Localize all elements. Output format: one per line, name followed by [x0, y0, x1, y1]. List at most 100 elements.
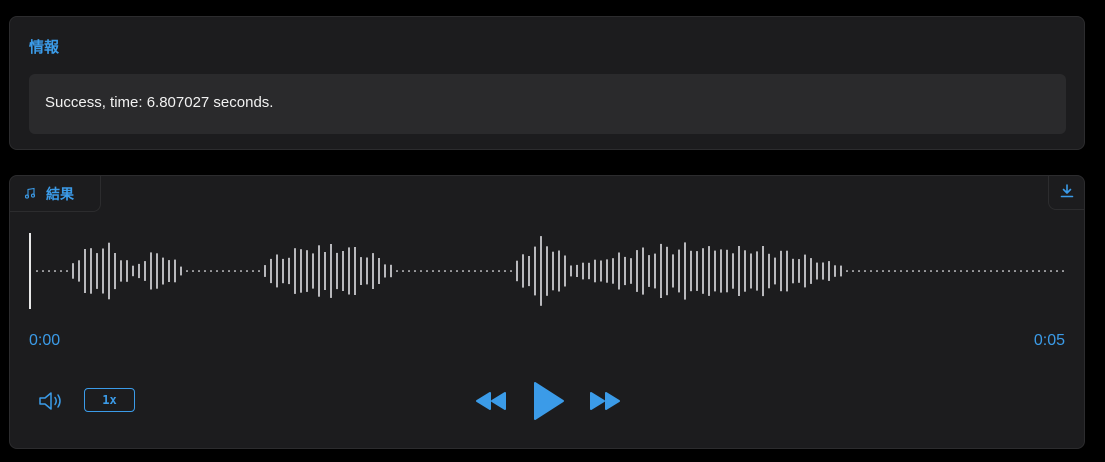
waveform-bar: [858, 270, 860, 272]
waveform-bar: [216, 270, 218, 272]
waveform-bar: [792, 258, 794, 284]
waveform-bar: [576, 264, 578, 277]
waveform-bar: [114, 253, 116, 290]
waveform-bar: [672, 254, 674, 288]
waveform-bar: [72, 263, 74, 279]
waveform-bar: [750, 253, 752, 289]
waveform-bar: [684, 242, 686, 300]
waveform-bar: [1032, 270, 1034, 272]
volume-button[interactable]: [37, 388, 71, 414]
waveform-bar: [768, 253, 770, 289]
fast-forward-button[interactable]: [586, 388, 624, 414]
waveform-bar: [888, 270, 890, 272]
waveform-bar: [150, 252, 152, 290]
waveform-bar: [546, 246, 548, 296]
play-button[interactable]: [530, 379, 568, 423]
waveform-bar: [96, 253, 98, 289]
waveform-bar: [624, 256, 626, 286]
waveform-bar: [588, 262, 590, 280]
waveform-bar: [786, 250, 788, 292]
waveform-bar: [816, 262, 818, 280]
waveform-bar: [774, 257, 776, 285]
waveform-bar: [882, 270, 884, 272]
waveform-bar: [426, 270, 428, 272]
waveform-bar: [222, 270, 224, 272]
waveform-bar: [498, 270, 500, 272]
waveform-bar: [900, 270, 902, 272]
waveform-bar: [198, 270, 200, 272]
waveform-bar: [954, 270, 956, 272]
waveform-bar: [978, 270, 980, 272]
waveform-bar: [1038, 270, 1040, 272]
waveform-bar: [744, 250, 746, 292]
duration: 0:05: [1033, 332, 1065, 349]
play-icon: [530, 382, 568, 427]
waveform-bar: [126, 260, 128, 282]
volume-icon: [37, 392, 71, 418]
waveform-bar: [696, 251, 698, 291]
waveform-bar: [972, 270, 974, 272]
waveform-bar: [144, 261, 146, 281]
waveform-bar: [90, 248, 92, 294]
waveform-bar: [288, 257, 290, 285]
waveform-bar: [1014, 270, 1016, 272]
waveform-bar: [306, 250, 308, 292]
waveform-bar: [642, 247, 644, 295]
waveform-bar: [120, 260, 122, 282]
waveform-bar: [60, 270, 62, 272]
waveform-bar: [660, 243, 662, 298]
waveform-bar: [594, 259, 596, 283]
waveform-bar: [846, 270, 848, 272]
waveform-bar: [348, 247, 350, 295]
waveform-bar: [780, 250, 782, 292]
playhead: [29, 233, 31, 309]
waveform-bar: [948, 270, 950, 272]
waveform-bar: [528, 256, 530, 287]
waveform-bar: [390, 264, 392, 278]
waveform-bar: [960, 270, 962, 272]
waveform-bar: [474, 270, 476, 272]
waveform-bar: [870, 270, 872, 272]
waveform-bar: [354, 247, 356, 295]
waveform-bar: [708, 246, 710, 296]
waveform-bar: [876, 270, 878, 272]
waveform-bar: [1002, 270, 1004, 272]
waveform-bar: [804, 254, 806, 288]
waveform-bar: [666, 246, 668, 296]
waveform-bar: [186, 270, 188, 272]
waveform-bar: [438, 270, 440, 272]
waveform-bar: [756, 251, 758, 291]
waveform-bar: [654, 253, 656, 289]
info-title: 情報: [29, 38, 60, 56]
waveform-bar: [630, 258, 632, 284]
waveform-bar: [552, 251, 554, 291]
waveform-bar: [258, 270, 260, 272]
waveform-bar: [384, 264, 386, 278]
rewind-button[interactable]: [472, 388, 510, 414]
waveform-bar: [402, 270, 404, 272]
waveform-bar: [342, 251, 344, 291]
waveform-bar: [762, 246, 764, 297]
waveform-bar: [798, 259, 800, 283]
waveform-bar: [312, 253, 314, 289]
audio-player-panel: 結果 0:00 0:05 1x: [9, 175, 1085, 449]
waveform-bar: [1026, 270, 1028, 272]
waveform-bar: [936, 270, 938, 272]
waveform-bar: [420, 270, 422, 272]
waveform-bar: [318, 245, 320, 297]
waveform-bar: [828, 261, 830, 281]
waveform-bar: [336, 252, 338, 290]
waveform-bar: [492, 270, 494, 272]
waveform-bar: [330, 244, 332, 298]
waveform-bar: [1020, 270, 1022, 272]
waveform-bar: [966, 270, 968, 272]
waveform-bar: [942, 270, 944, 272]
waveform[interactable]: [10, 176, 1086, 326]
waveform-bar: [360, 257, 362, 285]
waveform-bar: [720, 249, 722, 293]
waveform-bar: [852, 270, 854, 272]
playback-speed-button[interactable]: 1x: [84, 388, 135, 412]
waveform-bar: [174, 259, 176, 283]
waveform-bar: [600, 260, 602, 282]
waveform-bar: [636, 250, 638, 292]
